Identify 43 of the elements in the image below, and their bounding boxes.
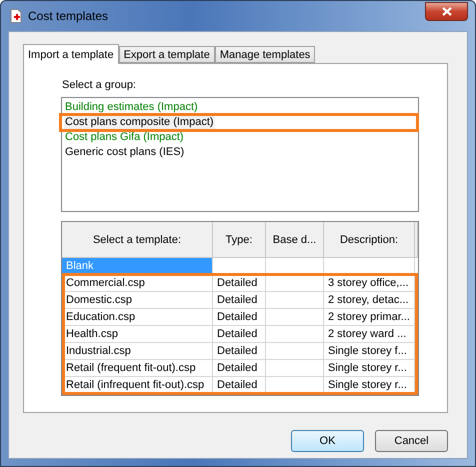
template-table[interactable]	[61, 221, 419, 396]
tab[interactable]: Manage templates	[214, 46, 316, 63]
column-header[interactable]: Type:	[213, 222, 266, 258]
group-item[interactable]: Building estimates (Impact)	[64, 100, 199, 115]
table-cell[interactable]: Health.csp	[62, 326, 213, 343]
table-cell[interactable]: Commercial.csp	[62, 275, 213, 292]
document-icon	[10, 9, 22, 23]
close-button[interactable]	[425, 2, 468, 20]
table-cell[interactable]: Detailed	[213, 292, 266, 309]
table-cell[interactable]: 2 storey primar...	[324, 309, 415, 326]
group-label: Select a group:	[62, 79, 137, 91]
column-header[interactable]: Description:	[324, 222, 415, 258]
table-cell[interactable]: 2 storey, detac...	[324, 292, 415, 309]
table-cell[interactable]: Detailed	[213, 360, 266, 377]
table-cell[interactable]: Education.csp	[62, 309, 213, 326]
table-cell[interactable]: Domestic.csp	[62, 292, 213, 309]
tab[interactable]: Export a template	[118, 46, 215, 63]
table-cell[interactable]: Detailed	[213, 275, 266, 292]
table-cell[interactable]: 2 storey ward ...	[324, 326, 415, 343]
table-cell[interactable]	[266, 292, 324, 309]
ok-button[interactable]: OK	[291, 430, 364, 452]
table-cell[interactable]: Retail (frequent fit-out).csp	[62, 360, 213, 377]
table-cell[interactable]	[266, 275, 324, 292]
close-icon	[442, 6, 452, 16]
table-cell[interactable]: Single storey r...	[324, 360, 415, 377]
cancel-button[interactable]: Cancel	[375, 430, 448, 452]
window-title: Cost templates	[28, 9, 108, 23]
group-list[interactable]: Building estimates (Impact) Cost plans composite (Impact) Cost plans Gifa (Impact) Generic cost plans (IES)	[61, 97, 419, 212]
table-cell[interactable]: Detailed	[213, 326, 266, 343]
group-item[interactable]: Generic cost plans (IES)	[64, 145, 186, 160]
table-cell[interactable]	[266, 343, 324, 360]
table-cell[interactable]	[266, 309, 324, 326]
group-item[interactable]: Cost plans Gifa (Impact)	[64, 130, 185, 145]
table-cell[interactable]: 3 storey office,...	[324, 275, 415, 292]
table-cell[interactable]: Single storey f...	[324, 343, 415, 360]
table-cell[interactable]	[266, 326, 324, 343]
column-header[interactable]: Select a template:	[62, 222, 213, 258]
table-cell[interactable]: Detailed	[213, 343, 266, 360]
table-cell[interactable]	[266, 360, 324, 377]
table-cell[interactable]: Detailed	[213, 309, 266, 326]
column-header[interactable]: Base d...	[266, 222, 324, 258]
tab[interactable]: Import a template	[23, 44, 119, 64]
table-cell[interactable]: Industrial.csp	[62, 343, 213, 360]
